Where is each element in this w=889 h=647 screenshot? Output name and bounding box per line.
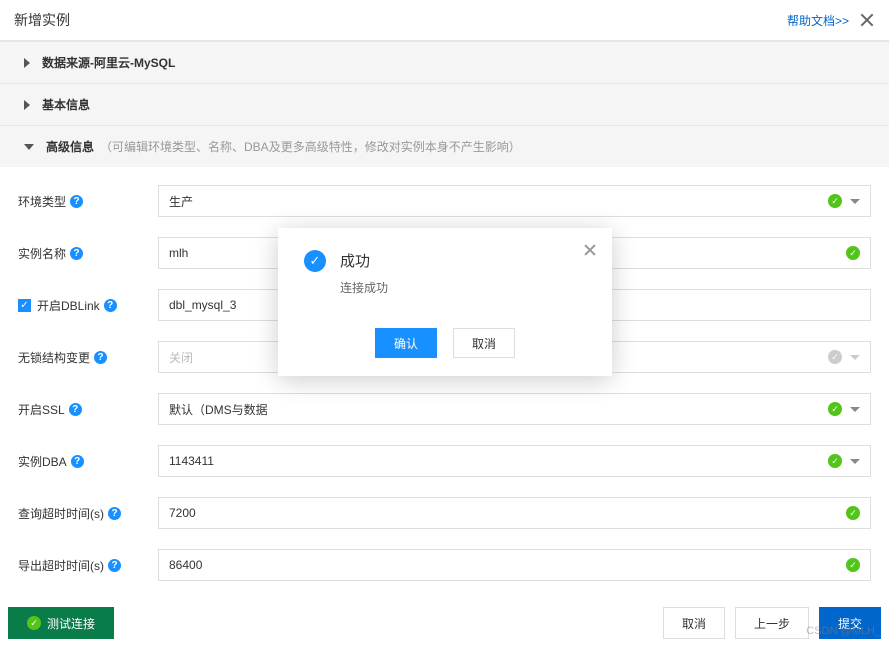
dialog-title: 新增实例: [14, 10, 70, 30]
check-icon: ✓: [828, 454, 842, 468]
check-icon: ✓: [27, 616, 41, 630]
test-connection-label: 测试连接: [47, 615, 95, 632]
label-query-timeout: 查询超时时间(s) ?: [18, 505, 158, 522]
check-icon: ✓: [846, 506, 860, 520]
help-docs-link[interactable]: 帮助文档>>: [787, 12, 849, 29]
section-datasource-label: 数据来源-阿里云-MySQL: [42, 54, 175, 71]
help-icon[interactable]: ?: [70, 195, 83, 208]
section-basic: 基本信息: [0, 83, 889, 125]
success-check-icon: ✓: [304, 250, 326, 272]
dba-select[interactable]: 1143411 ✓: [158, 445, 871, 477]
label-dblink: ✓ 开启DBLink ?: [18, 297, 158, 314]
disabled-icon: ✓: [828, 350, 842, 364]
modal-ok-button[interactable]: 确认: [375, 328, 437, 358]
label-env-type-text: 环境类型: [18, 193, 66, 210]
label-instance-name: 实例名称 ?: [18, 245, 158, 262]
modal-body: ✓ 成功 连接成功: [304, 250, 586, 296]
chevron-right-icon: [24, 58, 30, 68]
submit-button[interactable]: 提交: [819, 607, 881, 639]
check-icon: ✓: [828, 402, 842, 416]
test-connection-button[interactable]: ✓ 测试连接: [8, 607, 114, 639]
env-type-select[interactable]: 生产 ✓: [158, 185, 871, 217]
label-ssl-text: 开启SSL: [18, 401, 65, 418]
help-icon[interactable]: ?: [108, 559, 121, 572]
label-dba-text: 实例DBA: [18, 453, 67, 470]
help-icon[interactable]: ?: [71, 455, 84, 468]
row-query-timeout: 查询超时时间(s) ? 7200 ✓: [0, 487, 889, 539]
chevron-down-icon: [850, 199, 860, 204]
label-dblink-text: 开启DBLink: [37, 297, 100, 314]
ssl-select[interactable]: 默认（DMS与数据 ✓: [158, 393, 871, 425]
section-datasource-header[interactable]: 数据来源-阿里云-MySQL: [0, 42, 889, 83]
section-advanced-sub: （可编辑环境类型、名称、DBA及更多高级特性，修改对实例本身不产生影响）: [100, 138, 521, 155]
close-icon[interactable]: [859, 12, 875, 28]
dba-value: 1143411: [169, 454, 822, 468]
dialog-footer: ✓ 测试连接 取消 上一步 提交: [0, 599, 889, 647]
check-icon: ✓: [846, 246, 860, 260]
section-basic-header[interactable]: 基本信息: [0, 84, 889, 125]
chevron-down-icon: [24, 144, 34, 150]
label-env-type: 环境类型 ?: [18, 193, 158, 210]
success-modal: ✓ 成功 连接成功 确认 取消: [278, 228, 612, 376]
help-icon[interactable]: ?: [108, 507, 121, 520]
modal-footer: 确认 取消: [304, 328, 586, 358]
label-ssl: 开启SSL ?: [18, 401, 158, 418]
label-export-timeout-text: 导出超时时间(s): [18, 557, 104, 574]
label-lockfree-text: 无锁结构变更: [18, 349, 90, 366]
help-icon[interactable]: ?: [70, 247, 83, 260]
help-icon[interactable]: ?: [69, 403, 82, 416]
dialog-header: 新增实例 帮助文档>>: [0, 0, 889, 41]
footer-actions: 取消 上一步 提交: [663, 607, 881, 639]
row-ssl: 开启SSL ? 默认（DMS与数据 ✓: [0, 383, 889, 435]
prev-button[interactable]: 上一步: [735, 607, 809, 639]
label-instance-name-text: 实例名称: [18, 245, 66, 262]
modal-message: 连接成功: [340, 279, 388, 296]
header-actions: 帮助文档>>: [787, 12, 875, 29]
export-timeout-value: 86400: [169, 558, 840, 572]
help-icon[interactable]: ?: [104, 299, 117, 312]
section-advanced-label: 高级信息: [46, 138, 94, 155]
check-icon: ✓: [846, 558, 860, 572]
chevron-down-icon: [850, 407, 860, 412]
env-type-value: 生产: [169, 193, 822, 210]
check-icon: ✓: [828, 194, 842, 208]
row-env-type: 环境类型 ? 生产 ✓: [0, 175, 889, 227]
section-datasource: 数据来源-阿里云-MySQL: [0, 41, 889, 83]
help-icon[interactable]: ?: [94, 351, 107, 364]
dblink-checkbox[interactable]: ✓: [18, 299, 31, 312]
modal-content: 成功 连接成功: [340, 250, 388, 296]
modal-title: 成功: [340, 250, 388, 271]
label-query-timeout-text: 查询超时时间(s): [18, 505, 104, 522]
chevron-down-icon: [850, 355, 860, 360]
export-timeout-input[interactable]: 86400 ✓: [158, 549, 871, 581]
modal-close-icon[interactable]: [582, 242, 598, 258]
section-advanced-header[interactable]: 高级信息 （可编辑环境类型、名称、DBA及更多高级特性，修改对实例本身不产生影响…: [0, 126, 889, 167]
label-lockfree: 无锁结构变更 ?: [18, 349, 158, 366]
query-timeout-input[interactable]: 7200 ✓: [158, 497, 871, 529]
row-dba: 实例DBA ? 1143411 ✓: [0, 435, 889, 487]
query-timeout-value: 7200: [169, 506, 840, 520]
cancel-button[interactable]: 取消: [663, 607, 725, 639]
chevron-right-icon: [24, 100, 30, 110]
modal-cancel-button[interactable]: 取消: [453, 328, 515, 358]
label-dba: 实例DBA ?: [18, 453, 158, 470]
row-export-timeout: 导出超时时间(s) ? 86400 ✓: [0, 539, 889, 591]
section-advanced: 高级信息 （可编辑环境类型、名称、DBA及更多高级特性，修改对实例本身不产生影响…: [0, 125, 889, 167]
chevron-down-icon: [850, 459, 860, 464]
ssl-value: 默认（DMS与数据: [169, 401, 822, 418]
section-basic-label: 基本信息: [42, 96, 90, 113]
label-export-timeout: 导出超时时间(s) ?: [18, 557, 158, 574]
